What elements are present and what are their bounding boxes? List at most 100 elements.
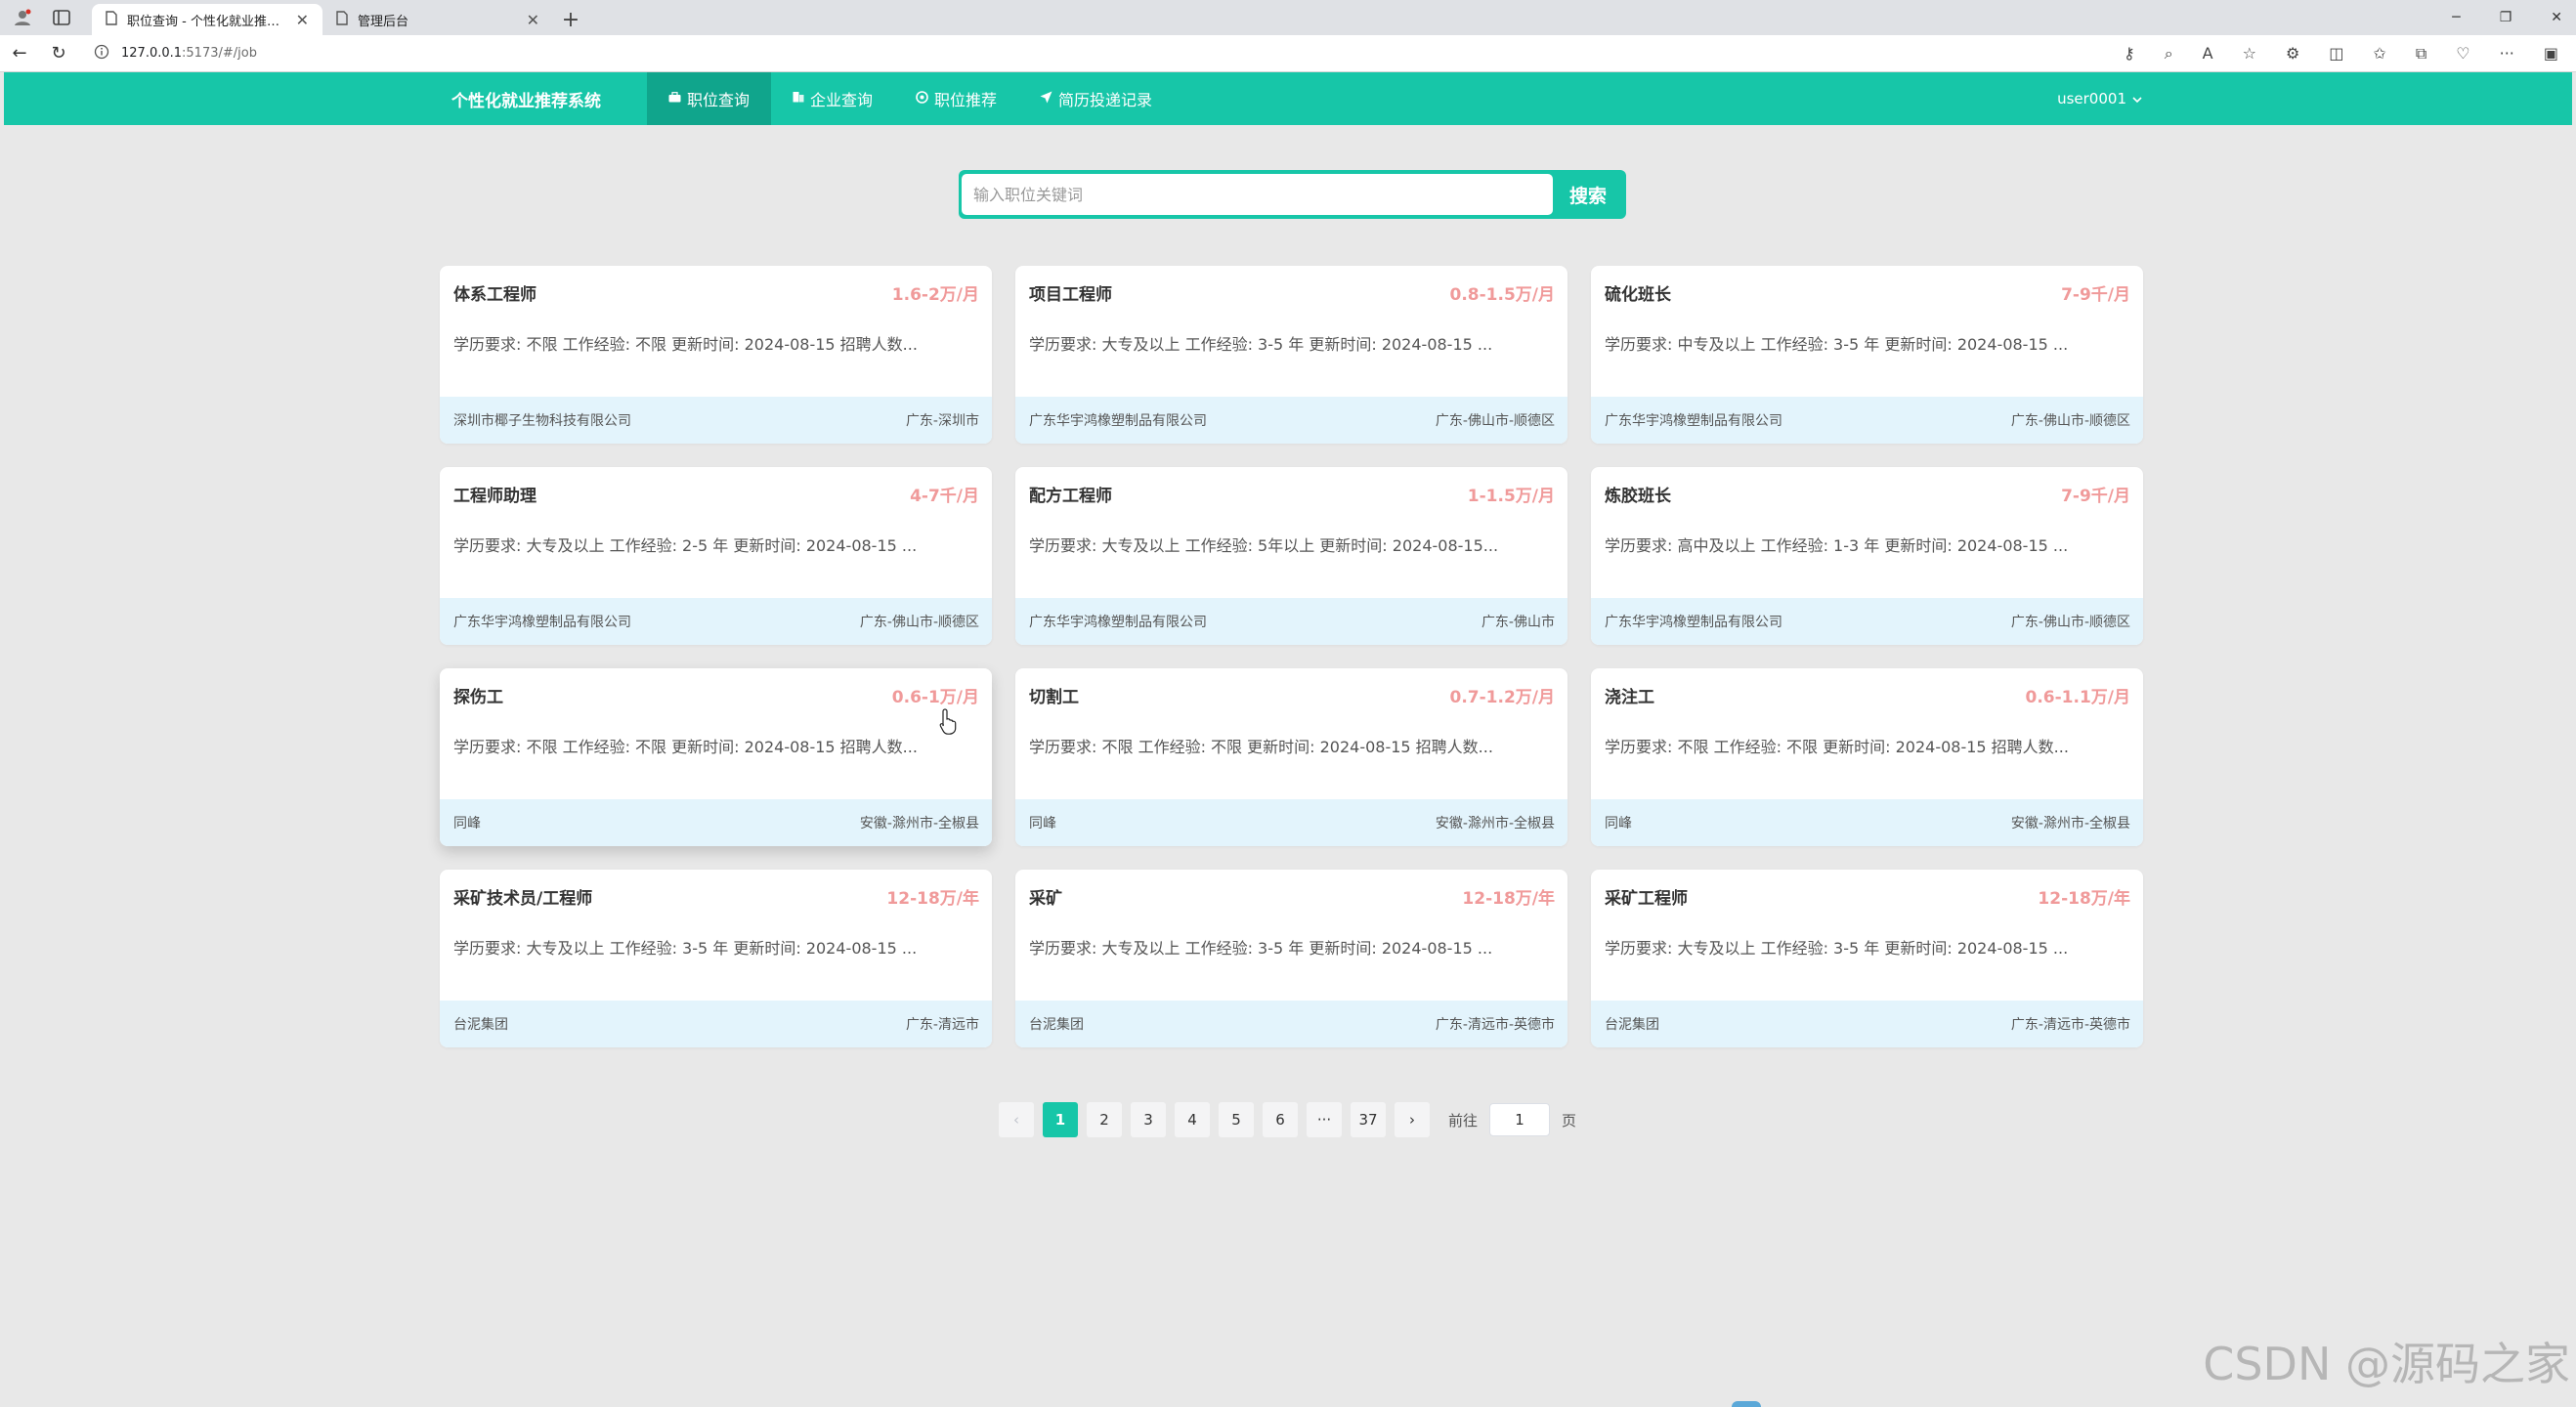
brand-title[interactable]: 个性化就业推荐系统 [451, 87, 647, 111]
job-salary: 1.6-2万/月 [891, 284, 979, 305]
tab-admin[interactable]: 管理后台 ✕ [322, 4, 553, 35]
job-location: 广东-佛山市-顺德区 [859, 615, 979, 630]
page-jumper: 前往 页 [1448, 1103, 1576, 1136]
job-location: 广东-清远市-英德市 [2010, 1017, 2130, 1033]
prev-page-button[interactable]: ‹ [999, 1102, 1034, 1137]
menu-item-resume-records[interactable]: 简历投递记录 [1018, 72, 1174, 125]
company-name: 台泥集团 [1029, 1017, 1084, 1033]
briefcase-icon [668, 91, 681, 107]
pagination: ‹ 123456 ··· 37 › 前往 页 [999, 1102, 1576, 1137]
page-number-button[interactable]: 5 [1219, 1102, 1254, 1137]
browser-essentials-icon[interactable]: ♡ [2456, 44, 2469, 64]
search-button[interactable]: 搜索 [1553, 182, 1623, 208]
job-card-header: 硫化班长 7-9千/月 [1591, 266, 2143, 307]
job-card-header: 工程师助理 4-7千/月 [440, 467, 992, 508]
job-location: 广东-佛山市-顺德区 [2010, 413, 2130, 429]
menu-item-label: 企业查询 [810, 91, 874, 109]
job-title: 项目工程师 [1029, 284, 1112, 305]
job-card[interactable]: 采矿工程师 12-18万/年 学历要求: 大专及以上 工作经验: 3-5 年 更新时… [1591, 870, 2143, 1047]
zoom-icon[interactable]: ⌕ [2165, 44, 2173, 64]
job-card[interactable]: 炼胶班长 7-9千/月 学历要求: 高中及以上 工作经验: 1-3 年 更新时间: … [1591, 467, 2143, 645]
page-icon [106, 10, 117, 29]
company-name: 同峰 [453, 816, 481, 831]
extensions-icon[interactable]: ⚙ [2286, 44, 2299, 64]
split-screen-icon[interactable]: ◫ [2329, 44, 2343, 64]
page-number-button[interactable]: 2 [1087, 1102, 1122, 1137]
job-card[interactable]: 工程师助理 4-7千/月 学历要求: 大专及以上 工作经验: 2-5 年 更新时间:… [440, 467, 992, 645]
collections-icon[interactable]: ⧉ [2416, 44, 2426, 64]
job-card-footer: 广东华宇鸿橡塑制品有限公司 广东-佛山市-顺德区 [1015, 397, 1567, 444]
job-card[interactable]: 切割工 0.7-1.2万/月 学历要求: 不限 工作经验: 不限 更新时间: 202… [1015, 668, 1567, 846]
browser-tab-strip: 职位查询 - 个性化就业推荐系统 ✕ 管理后台 ✕ + ─ ❐ ✕ [0, 0, 2576, 35]
password-key-icon[interactable]: ⚷ [2124, 44, 2135, 64]
company-name: 同峰 [1029, 816, 1056, 831]
new-tab-button[interactable]: + [553, 4, 588, 35]
job-card-header: 切割工 0.7-1.2万/月 [1015, 668, 1567, 709]
tab-job-query[interactable]: 职位查询 - 个性化就业推荐系统 ✕ [92, 4, 322, 35]
address-bar: ← ↻ 127.0.0.1 :5173/#/job ⚷ ⌕ A ☆ ⚙ ◫ ✩ … [0, 35, 2576, 72]
goto-suffix: 页 [1562, 1111, 1577, 1130]
info-icon[interactable] [94, 44, 109, 64]
company-name: 广东华宇鸿橡塑制品有限公司 [1605, 615, 1782, 630]
url-host: 127.0.0.1 [121, 46, 183, 61]
page-number-button[interactable]: 6 [1263, 1102, 1298, 1137]
job-card[interactable]: 体系工程师 1.6-2万/月 学历要求: 不限 工作经验: 不限 更新时间: 202… [440, 266, 992, 444]
sidebar-icon[interactable]: ▣ [2544, 44, 2558, 64]
job-card[interactable]: 采矿技术员/工程师 12-18万/年 学历要求: 大专及以上 工作经验: 3-5 年… [440, 870, 992, 1047]
profile-icon[interactable] [12, 7, 33, 28]
menu-item-company-query[interactable]: 企业查询 [771, 72, 894, 125]
job-requirements: 学历要求: 大专及以上 工作经验: 3-5 年 更新时间: 2024-08-15… [453, 939, 918, 958]
job-card[interactable]: 浇注工 0.6-1.1万/月 学历要求: 不限 工作经验: 不限 更新时间: 202… [1591, 668, 2143, 846]
page-number-button[interactable]: 1 [1043, 1102, 1078, 1137]
search-bar: 搜索 [959, 170, 1626, 219]
goto-label: 前往 [1448, 1111, 1479, 1130]
more-icon[interactable]: ··· [2500, 44, 2514, 64]
user-dropdown[interactable]: user0001 [2057, 90, 2142, 107]
minimize-icon[interactable]: ─ [2452, 10, 2460, 25]
favorite-star-icon[interactable]: ☆ [2243, 44, 2256, 64]
close-window-icon[interactable]: ✕ [2551, 10, 2562, 25]
tab-actions-icon[interactable] [51, 7, 72, 28]
favorites-icon[interactable]: ✩ [2373, 44, 2385, 64]
target-icon [916, 90, 928, 107]
job-card[interactable]: 采矿 12-18万/年 学历要求: 大专及以上 工作经验: 3-5 年 更新时间: … [1015, 870, 1567, 1047]
job-card-footer: 广东华宇鸿橡塑制品有限公司 广东-佛山市 [1015, 598, 1567, 645]
job-card-footer: 深圳市椰子生物科技有限公司 广东-深圳市 [440, 397, 992, 444]
job-card-header: 采矿工程师 12-18万/年 [1591, 870, 2143, 911]
read-aloud-icon[interactable]: A [2203, 44, 2213, 64]
job-card[interactable]: 配方工程师 1-1.5万/月学历要求: 大专及以上 工作经验: 5年以上 更新时间… [1015, 467, 1567, 645]
url-field[interactable]: 127.0.0.1 :5173/#/job [94, 44, 2124, 64]
menu-item-job-query[interactable]: 职位查询 [647, 72, 772, 125]
job-card-header: 配方工程师 1-1.5万/月 [1015, 467, 1567, 508]
job-card-footer: 台泥集团 广东-清远市 [440, 1001, 992, 1047]
tab-title: 管理后台 [358, 14, 409, 29]
next-page-button[interactable]: › [1395, 1102, 1430, 1137]
job-requirements: 学历要求: 中专及以上 工作经验: 3-5 年 更新时间: 2024-08-15… [1605, 335, 2069, 354]
more-pages-button[interactable]: ··· [1307, 1102, 1342, 1137]
back-icon[interactable]: ← [0, 43, 39, 64]
job-card-footer: 台泥集团 广东-清远市-英德市 [1015, 1001, 1567, 1047]
job-requirements: 学历要求: 大专及以上 工作经验: 5年以上 更新时间: 2024-08-15.… [1029, 536, 1499, 555]
close-icon[interactable]: ✕ [296, 11, 309, 29]
goto-page-input[interactable] [1489, 1103, 1551, 1136]
page-number-button[interactable]: 4 [1175, 1102, 1210, 1137]
job-requirements: 学历要求: 不限 工作经验: 不限 更新时间: 2024-08-15 招聘人数.… [1605, 738, 2069, 756]
menu-item-job-recommend[interactable]: 职位推荐 [894, 72, 1018, 125]
page-number-button[interactable]: 37 [1351, 1102, 1386, 1137]
send-icon [1040, 91, 1052, 107]
close-icon[interactable]: ✕ [527, 11, 539, 29]
job-location: 广东-清远市 [905, 1017, 979, 1033]
job-card[interactable]: 项目工程师 0.8-1.5万/月 学历要求: 大专及以上 工作经验: 3-5 年 更… [1015, 266, 1567, 444]
job-location: 安徽-滁州市-全椒县 [1435, 816, 1555, 831]
company-name: 广东华宇鸿橡塑制品有限公司 [1605, 413, 1782, 429]
mouse-cursor-icon [938, 707, 960, 735]
job-card[interactable]: 硫化班长 7-9千/月学历要求: 中专及以上 工作经验: 3-5 年 更新时间: … [1591, 266, 2143, 444]
job-search-input[interactable] [962, 174, 1553, 215]
job-card[interactable]: 探伤工 0.6-1万/月 学历要求: 不限 工作经验: 不限 更新时间: 2024-… [440, 668, 992, 846]
refresh-icon[interactable]: ↻ [39, 43, 78, 64]
tab-title: 职位查询 - 个性化就业推荐系统 [127, 14, 286, 29]
job-requirements: 学历要求: 不限 工作经验: 不限 更新时间: 2024-08-15 招聘人数.… [453, 738, 918, 756]
restore-icon[interactable]: ❐ [2500, 10, 2512, 25]
job-location: 安徽-滁州市-全椒县 [2010, 816, 2130, 831]
page-number-button[interactable]: 3 [1131, 1102, 1166, 1137]
